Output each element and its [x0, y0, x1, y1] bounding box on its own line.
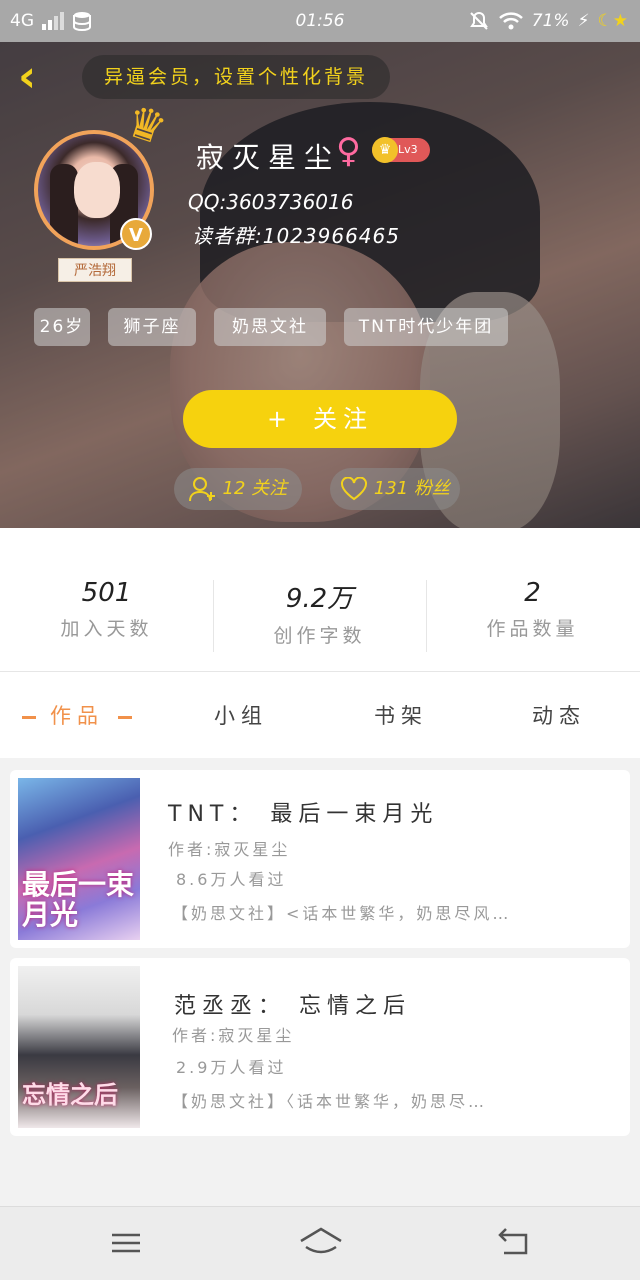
level-crown-icon: ♛: [372, 137, 398, 163]
nameplate: 严浩翔: [58, 258, 132, 282]
book-cover[interactable]: 最后一束月光: [18, 778, 140, 940]
tag-zodiac: 狮子座: [108, 308, 196, 346]
status-right: 71% ⚡ ☾★: [468, 10, 628, 32]
home-icon[interactable]: [298, 1223, 344, 1263]
book-author: 作者:寂灭星尘: [168, 840, 291, 859]
book-title[interactable]: TNT： 最后一束月光: [168, 796, 438, 828]
mute-bell-icon: [469, 11, 488, 30]
book-intro: 【奶思文社】〈话本世繁华，奶思尽…: [172, 1092, 488, 1111]
readers-group: 读者群:1023966465: [192, 224, 400, 248]
stat-value: 2: [524, 578, 541, 608]
back-icon[interactable]: [494, 1223, 534, 1263]
heart-icon: [341, 476, 368, 501]
level-label: Lv3: [398, 143, 418, 156]
tag-fandom: TNT时代少年团: [344, 308, 508, 346]
stat-value: 501: [81, 578, 132, 608]
status-bar: 4G 01:56 71% ⚡ ☾★: [0, 0, 640, 42]
stat-works: 2 作品数量: [426, 578, 639, 641]
stat-label: 加入天数: [60, 618, 153, 640]
book-cover-title: 最后一束月光: [22, 868, 135, 931]
female-gender-icon: ♀: [336, 131, 361, 171]
battery-label: 71%: [531, 11, 570, 31]
fans-button[interactable]: 131 粉丝: [330, 468, 460, 510]
book-views: 8.6万人看过: [176, 870, 287, 889]
book-card[interactable]: 忘情之后 范丞丞： 忘情之后 作者:寂灭星尘 2.9万人看过 【奶思文社】〈话本…: [10, 958, 630, 1136]
fans-count: 131 粉丝: [373, 478, 450, 499]
stat-label: 作品数量: [486, 618, 579, 640]
tag-age: 26岁: [34, 308, 90, 346]
tab-groups[interactable]: 小组: [214, 700, 268, 730]
tab-works[interactable]: 作品: [22, 700, 146, 730]
stat-days: 501 加入天数: [0, 578, 213, 641]
stat-value: 9.2万: [285, 584, 354, 614]
vip-background-notice[interactable]: 异逼会员，设置个性化背景: [82, 55, 390, 99]
profile-header: [0, 42, 640, 528]
level-badge: ♛ Lv3: [372, 137, 430, 163]
vip-badge: V: [120, 218, 152, 250]
following-count: 12 关注: [222, 478, 288, 499]
book-views: 2.9万人看过: [176, 1058, 287, 1077]
system-nav-bar: [0, 1206, 640, 1280]
moon-stars-icon: ☾★: [597, 11, 628, 31]
username: 寂灭星尘: [196, 141, 341, 174]
charging-icon: ⚡: [577, 11, 590, 31]
add-user-icon: [188, 477, 215, 502]
book-author: 作者:寂灭星尘: [172, 1026, 295, 1045]
back-arrow-icon[interactable]: ‹: [18, 55, 50, 99]
tab-bookshelf[interactable]: 书架: [374, 700, 428, 730]
follow-button[interactable]: + 关注: [183, 390, 457, 448]
book-card[interactable]: 最后一束月光 TNT： 最后一束月光 作者:寂灭星尘 8.6万人看过 【奶思文社…: [10, 770, 630, 948]
profile-tabs: 作品 小组 书架 动态: [0, 672, 640, 758]
stats-panel: 501 加入天数 9.2万 创作字数 2 作品数量: [0, 528, 640, 672]
book-intro: 【奶思文社】<话本世繁华，奶思尽风…: [172, 904, 512, 923]
qq-number: QQ:3603736016: [188, 190, 354, 214]
wifi-icon: [498, 12, 523, 30]
stat-label: 创作字数: [273, 625, 366, 647]
plus-icon: +: [266, 405, 294, 433]
tag-studio: 奶思文社: [214, 308, 326, 346]
following-button[interactable]: 12 关注: [174, 468, 302, 510]
follow-button-label: 关注: [313, 405, 374, 433]
book-cover[interactable]: 忘情之后: [18, 966, 140, 1128]
tab-activity[interactable]: 动态: [532, 700, 586, 730]
menu-icon[interactable]: [106, 1223, 146, 1263]
book-cover-title: 忘情之后: [22, 1081, 118, 1109]
stat-words: 9.2万 创作字数: [213, 578, 426, 648]
book-title[interactable]: 范丞丞： 忘情之后: [174, 988, 411, 1020]
